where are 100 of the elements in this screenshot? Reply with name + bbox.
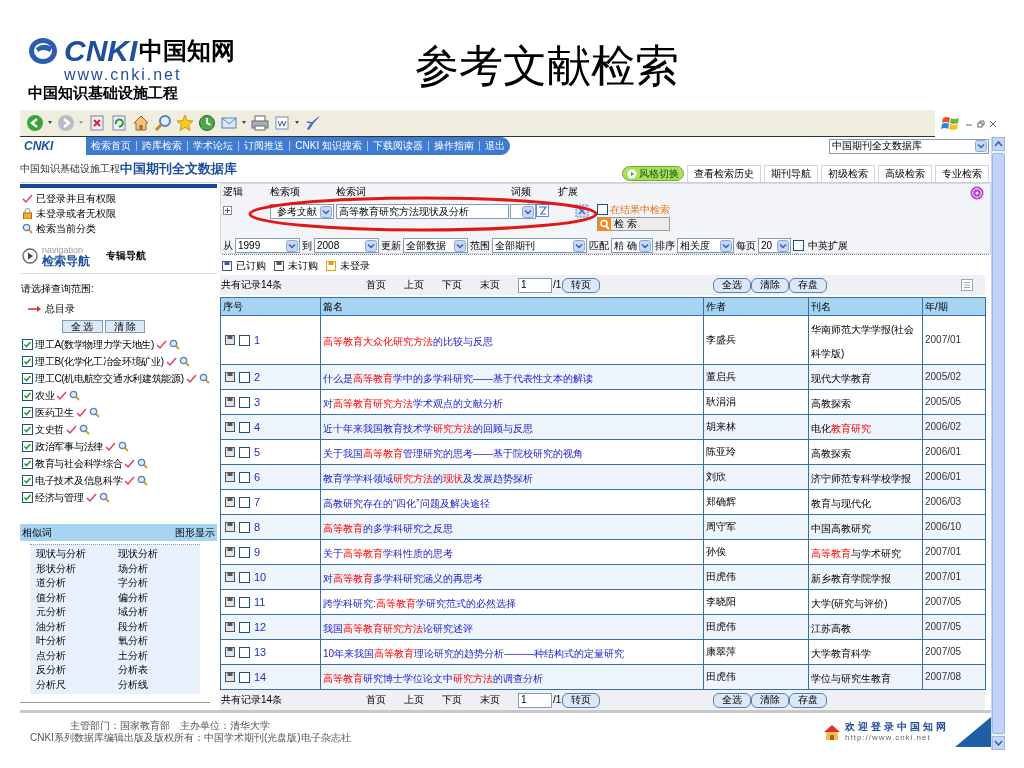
checkbox[interactable] <box>239 421 250 433</box>
button[interactable]: 全选 <box>713 692 752 708</box>
page-link[interactable]: 首页 <box>366 695 404 706</box>
page-input[interactable]: 1 <box>518 692 552 708</box>
checkbox[interactable] <box>22 356 33 367</box>
category-label[interactable]: 文史哲 <box>35 424 65 435</box>
article-title-link[interactable]: 关于高等教育学科性质的思考 <box>323 548 453 560</box>
search-icon[interactable] <box>154 114 172 132</box>
similar-word-link[interactable]: 分析表 <box>118 663 200 678</box>
tab[interactable]: 初级检索 <box>821 165 875 182</box>
navigation-tab[interactable]: 检索导航 <box>42 254 90 267</box>
checkbox[interactable] <box>22 390 33 401</box>
category-label[interactable]: 经济与管理 <box>35 492 84 503</box>
dropdown[interactable]: 精 确 <box>611 238 653 253</box>
checkbox[interactable] <box>22 475 33 486</box>
page-link[interactable]: 首页 <box>366 280 404 291</box>
similar-word-link[interactable]: 道分析 <box>36 576 118 591</box>
page-link[interactable]: 上页 <box>404 695 442 706</box>
nav-link[interactable]: 下载阅读器 <box>367 141 428 151</box>
navigation-tab[interactable]: 专辑导航 <box>106 251 146 261</box>
row-number-link[interactable]: 3 <box>254 396 261 408</box>
checkbox[interactable] <box>22 441 33 452</box>
row-number-link[interactable]: 11 <box>254 596 266 608</box>
article-title-link[interactable]: 高等教育大众化研究方法的比较与反思 <box>323 336 493 348</box>
checkbox[interactable] <box>597 204 608 215</box>
button[interactable]: 全选 <box>713 277 752 293</box>
dropdown[interactable]: 中国期刊全文数据库 <box>829 138 989 154</box>
print-icon[interactable] <box>251 114 269 132</box>
similar-word-link[interactable]: 值分析 <box>36 590 118 605</box>
checkbox[interactable] <box>239 371 250 383</box>
go-button[interactable]: 转页 <box>562 692 601 708</box>
dropdown[interactable]: 1999 <box>235 238 300 253</box>
page-link[interactable]: 末页 <box>480 695 518 706</box>
search-input[interactable]: 高等教育研究方法现状及分析 <box>336 204 509 219</box>
similar-word-link[interactable]: 偏分析 <box>118 590 200 605</box>
similar-word-link[interactable]: 形状分析 <box>36 561 118 576</box>
dropdown[interactable]: 相关度 <box>677 238 734 253</box>
scrollbar-thumb[interactable] <box>992 153 1005 734</box>
frequency-icon[interactable] <box>536 204 549 217</box>
star-icon[interactable] <box>176 114 194 132</box>
article-title-link[interactable]: 对高等教育多学科研究涵义的再思考 <box>323 573 483 585</box>
dropdown[interactable]: 全部期刊 <box>492 238 587 253</box>
tab[interactable]: 期刊导航 <box>764 165 818 182</box>
dropdown[interactable]: 20 <box>758 238 791 253</box>
expand-icon[interactable] <box>223 206 232 215</box>
similar-word-link[interactable]: 叶分析 <box>36 634 118 649</box>
tab[interactable]: 查看检索历史 <box>687 165 761 182</box>
similar-word-link[interactable]: 现状与分析 <box>36 547 118 562</box>
button[interactable]: 存盘 <box>789 277 828 293</box>
site-logo[interactable]: CNKI <box>20 137 87 155</box>
category-label[interactable]: 农业 <box>35 390 55 401</box>
root-catalog-link[interactable]: 总目录 <box>45 304 75 314</box>
close-icon[interactable] <box>989 119 997 128</box>
row-number-link[interactable]: 10 <box>254 571 267 583</box>
row-number-link[interactable]: 1 <box>254 334 261 346</box>
back-icon[interactable] <box>26 114 44 132</box>
checkbox[interactable] <box>239 396 250 408</box>
checkbox[interactable] <box>22 424 33 435</box>
row-number-link[interactable]: 12 <box>254 621 267 633</box>
category-label[interactable]: 理工C(机电航空交通水利建筑能源) <box>35 373 184 384</box>
row-number-link[interactable]: 6 <box>254 471 261 483</box>
similar-word-link[interactable]: 域分析 <box>118 605 200 620</box>
similar-word-link[interactable]: 反分析 <box>36 663 118 678</box>
search-button[interactable]: 检 索 <box>597 217 670 231</box>
article-title-link[interactable]: 我国高等教育研究方法论研究述评 <box>323 623 473 635</box>
checkbox[interactable] <box>239 546 250 558</box>
checkbox[interactable] <box>239 496 250 508</box>
similar-word-link[interactable]: 氧分析 <box>118 634 200 649</box>
page-link[interactable]: 上页 <box>404 280 442 291</box>
restore-icon[interactable] <box>977 119 985 128</box>
checkbox[interactable] <box>22 407 33 418</box>
dropdown[interactable] <box>510 204 536 219</box>
checkbox[interactable] <box>239 671 250 683</box>
category-label[interactable]: 医药卫生 <box>35 407 74 418</box>
nav-link[interactable]: 跨库检索 <box>136 141 188 151</box>
tab[interactable]: 专业检索 <box>935 165 989 182</box>
similar-word-link[interactable]: 段分析 <box>118 619 200 634</box>
checkbox[interactable] <box>22 458 33 469</box>
nav-link[interactable]: 检索首页 <box>86 141 137 151</box>
row-number-link[interactable]: 8 <box>254 521 261 533</box>
dropdown[interactable]: 参考文献 <box>270 204 334 219</box>
row-number-link[interactable]: 5 <box>254 446 261 458</box>
page-link[interactable]: 下页 <box>442 695 480 706</box>
checkbox[interactable] <box>22 492 33 503</box>
similar-word-link[interactable]: 土分析 <box>118 648 200 663</box>
checkbox[interactable] <box>239 334 250 346</box>
row-number-link[interactable]: 9 <box>254 546 261 558</box>
similar-word-link[interactable]: 字分析 <box>118 576 200 591</box>
category-label[interactable]: 理工A(数学物理力学天地生) <box>35 339 155 350</box>
similar-word-link[interactable]: 现状分析 <box>118 547 200 562</box>
style-switch-button[interactable]: 风格切换 <box>622 166 684 181</box>
button[interactable]: 清除 <box>751 692 790 708</box>
row-number-link[interactable]: 7 <box>254 496 261 508</box>
checkbox[interactable] <box>239 446 250 458</box>
pen-icon[interactable] <box>304 114 322 132</box>
similar-word-link[interactable]: 元分析 <box>36 605 118 620</box>
similar-word-link[interactable]: 点分析 <box>36 648 118 663</box>
similar-word-link[interactable]: 分析线 <box>118 677 200 692</box>
scroll-up-icon[interactable] <box>992 137 1005 151</box>
checkbox[interactable] <box>239 596 250 608</box>
